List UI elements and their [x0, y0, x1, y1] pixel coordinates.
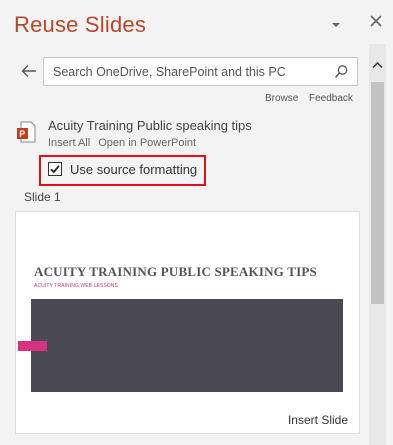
- svg-text:P: P: [19, 129, 25, 139]
- use-source-formatting-checkbox[interactable]: [48, 162, 62, 176]
- scroll-up-icon[interactable]: [369, 57, 386, 74]
- feedback-link[interactable]: Feedback: [309, 93, 353, 104]
- slide-thumbnail-subtitle: ACUITY TRAINING WEB LESSONS: [34, 283, 118, 289]
- powerpoint-file-icon: P: [16, 121, 36, 143]
- slide-image-block: [31, 299, 343, 392]
- back-arrow-icon[interactable]: [20, 62, 38, 80]
- open-in-powerpoint-link[interactable]: Open in PowerPoint: [98, 137, 196, 149]
- file-name[interactable]: Acuity Training Public speaking tips: [48, 118, 252, 133]
- pane-options-dropdown-icon[interactable]: [331, 17, 341, 27]
- slide-number-label: Slide 1: [24, 190, 61, 204]
- slide-thumbnail[interactable]: ACUITY TRAINING PUBLIC SPEAKING TIPS ACU…: [15, 211, 360, 434]
- insert-all-link[interactable]: Insert All: [48, 137, 90, 149]
- browse-link[interactable]: Browse: [265, 93, 298, 104]
- close-icon[interactable]: [368, 13, 384, 29]
- use-source-formatting-label[interactable]: Use source formatting: [70, 162, 197, 177]
- insert-slide-button[interactable]: Insert Slide: [288, 413, 348, 427]
- search-box: [43, 57, 358, 86]
- slide-accent-bar: [18, 341, 47, 351]
- pane-title: Reuse Slides: [14, 12, 147, 37]
- search-icon[interactable]: [334, 64, 349, 79]
- file-actions: Insert All Open in PowerPoint: [48, 137, 196, 149]
- slide-thumbnail-title: ACUITY TRAINING PUBLIC SPEAKING TIPS: [34, 264, 317, 279]
- search-input[interactable]: [44, 58, 334, 85]
- scrollbar-thumb[interactable]: [371, 82, 384, 304]
